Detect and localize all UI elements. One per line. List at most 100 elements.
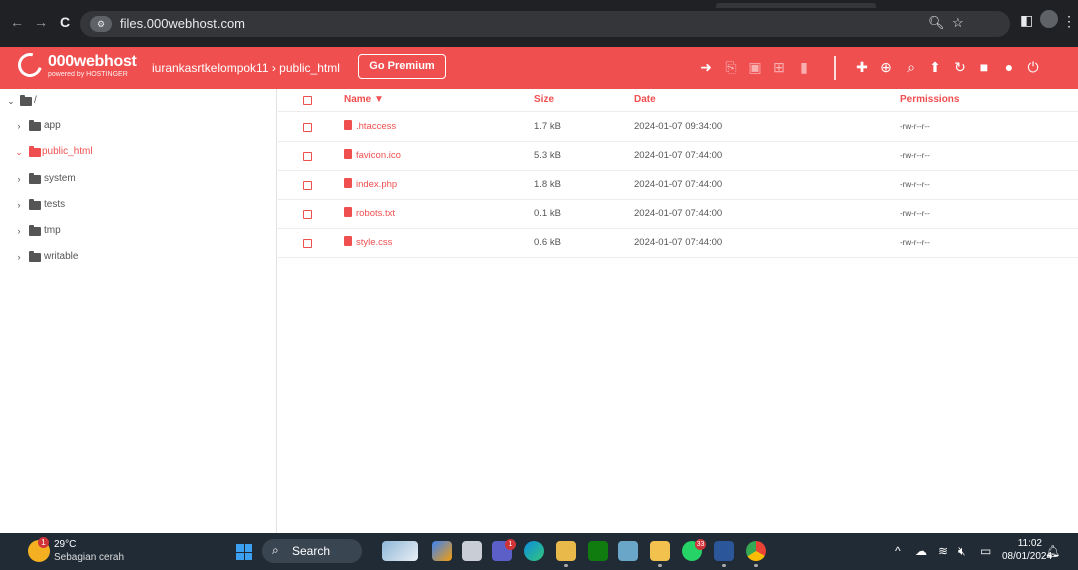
whatsapp-icon[interactable]: 33 <box>682 539 706 561</box>
start-button[interactable] <box>236 544 252 560</box>
weather-temp: 29°C <box>54 539 77 550</box>
delete-icon[interactable]: ▮ <box>795 59 813 76</box>
file-name-text: favicon.ico <box>356 150 401 161</box>
new-folder-icon[interactable]: ⊕ <box>877 59 895 76</box>
tray-overflow-icon[interactable]: ^ <box>895 544 901 558</box>
notification-bell-icon[interactable]: 🔔︎ <box>1045 544 1060 558</box>
file-size: 0.6 kB <box>534 237 561 248</box>
browser-toolbar: ← → C ⚙ files.000webhost.com 🔍︎ ☆ ◧ ⋮ <box>0 0 1078 47</box>
select-all-checkbox[interactable] <box>303 96 312 105</box>
row-checkbox[interactable] <box>303 210 312 219</box>
word-icon[interactable] <box>714 541 734 567</box>
file-name[interactable]: .htaccess <box>344 113 396 141</box>
tree-item-label: writable <box>44 251 79 262</box>
tree-item-writable[interactable]: › writable <box>0 247 200 267</box>
zoom-icon[interactable]: 🔍︎ <box>928 15 945 31</box>
browser-menu-icon[interactable]: ⋮ <box>1062 13 1076 30</box>
file-explorer-icon[interactable] <box>650 541 670 567</box>
file-permissions: -rw-r--r-- <box>900 151 930 160</box>
column-size-header[interactable]: Size <box>534 89 554 111</box>
file-date: 2024-01-07 07:44:00 <box>634 237 723 248</box>
table-header: Name ▼ Size Date Permissions <box>278 89 1078 112</box>
teams-icon[interactable]: 1 <box>492 539 516 561</box>
folder-icon <box>29 199 41 210</box>
new-file-icon[interactable]: ✚ <box>853 59 871 76</box>
bookmark-star-icon[interactable]: ☆ <box>952 15 964 31</box>
chevron-down-icon: ⌄ <box>7 96 15 106</box>
back-button[interactable]: ← <box>8 14 26 30</box>
taskbar-search[interactable]: ⌕ Search <box>262 539 362 563</box>
folder-tree: ⌄ / › app ⌄ public_html › system › tests… <box>0 89 277 533</box>
forward-button[interactable]: → <box>32 14 50 30</box>
row-checkbox[interactable] <box>303 239 312 248</box>
xbox-icon[interactable] <box>588 541 608 561</box>
folder-icon <box>29 225 41 236</box>
tree-item-system[interactable]: › system <box>0 169 200 189</box>
clock-date: 08/01/2024 <box>1002 551 1053 562</box>
volume-muted-icon[interactable]: 🔇︎ <box>958 544 966 559</box>
tree-item-label: tests <box>44 199 66 210</box>
upload-icon[interactable]: ⬆ <box>926 59 944 76</box>
column-name-header[interactable]: Name ▼ <box>344 89 384 111</box>
file-name[interactable]: style.css <box>344 229 392 257</box>
battery-icon[interactable]: ▭ <box>980 544 991 558</box>
table-row[interactable]: favicon.ico 5.3 kB 2024-01-07 07:44:00 -… <box>278 142 1078 171</box>
file-icon <box>344 178 352 188</box>
move-icon[interactable]: ➜ <box>697 59 715 76</box>
table-row[interactable]: .htaccess 1.7 kB 2024-01-07 09:34:00 -rw… <box>278 113 1078 142</box>
power-icon[interactable]: ⏻ <box>1024 59 1042 76</box>
copilot-icon[interactable] <box>432 541 452 561</box>
task-view-icon[interactable] <box>462 541 482 561</box>
column-permissions-header[interactable]: Permissions <box>900 89 959 111</box>
weather-widget[interactable]: 1 29°C Sebagian cerah <box>28 536 168 566</box>
table-row[interactable]: robots.txt 0.1 kB 2024-01-07 07:44:00 -r… <box>278 200 1078 229</box>
row-checkbox[interactable] <box>303 181 312 190</box>
tree-root[interactable]: ⌄ / <box>0 91 100 111</box>
weather-condition: Sebagian cerah <box>54 552 125 563</box>
logo[interactable]: 000webhost powered by HOSTINGER <box>13 48 138 83</box>
extract-icon[interactable]: ⊞ <box>770 59 788 76</box>
widgets-icon[interactable] <box>382 541 418 561</box>
file-permissions: -rw-r--r-- <box>900 238 930 247</box>
tree-item-public-html[interactable]: ⌄ public_html <box>0 142 200 162</box>
file-name[interactable]: favicon.ico <box>344 142 401 170</box>
go-premium-button[interactable]: Go Premium <box>358 54 446 79</box>
chevron-right-icon: › <box>17 226 21 236</box>
row-checkbox[interactable] <box>303 123 312 132</box>
grid-view-icon[interactable]: ■ <box>975 59 993 75</box>
tree-item-tmp[interactable]: › tmp <box>0 221 200 241</box>
breadcrumb[interactable]: iurankasrtkelompok11 › public_html <box>152 61 340 75</box>
app-icon[interactable] <box>618 541 638 561</box>
file-name[interactable]: index.php <box>344 171 397 199</box>
table-row[interactable]: index.php 1.8 kB 2024-01-07 07:44:00 -rw… <box>278 171 1078 200</box>
tree-item-label: public_html <box>42 146 93 157</box>
chrome-icon[interactable] <box>746 541 766 567</box>
logo-name: 000webhost <box>48 53 137 70</box>
row-checkbox[interactable] <box>303 152 312 161</box>
edge-icon[interactable] <box>524 541 544 561</box>
wifi-icon[interactable]: ≋ <box>938 544 948 558</box>
system-clock[interactable]: 11:02 08/01/2024 <box>1002 538 1053 562</box>
reload-button[interactable]: C <box>56 14 74 30</box>
copy-icon[interactable]: ⎘ <box>722 59 740 76</box>
store-icon[interactable] <box>556 541 576 567</box>
tree-item-label: system <box>44 173 76 184</box>
search-label: Search <box>292 544 331 558</box>
profile-avatar[interactable] <box>1040 10 1058 28</box>
column-date-header[interactable]: Date <box>634 89 656 111</box>
tab-strip <box>0 0 1078 8</box>
search-icon[interactable]: ⌕ <box>902 59 920 76</box>
archive-icon[interactable]: ▣ <box>746 59 764 76</box>
address-bar[interactable]: ⚙ files.000webhost.com 🔍︎ ☆ <box>80 11 1010 37</box>
tree-item-tests[interactable]: › tests <box>0 195 200 215</box>
cloud-icon[interactable]: ☁ <box>915 544 927 558</box>
chevron-right-icon: › <box>17 121 21 131</box>
side-panel-icon[interactable]: ◧ <box>1020 12 1033 29</box>
windows-taskbar: 1 29°C Sebagian cerah ⌕ Search 1 33 ^ ☁ … <box>0 533 1078 570</box>
file-name[interactable]: robots.txt <box>344 200 395 228</box>
table-row[interactable]: style.css 0.6 kB 2024-01-07 07:44:00 -rw… <box>278 229 1078 258</box>
help-icon[interactable]: ● <box>1000 59 1018 75</box>
tree-item-app[interactable]: › app <box>0 116 200 136</box>
refresh-icon[interactable]: ↻ <box>951 59 969 76</box>
site-info-icon[interactable]: ⚙ <box>90 16 112 32</box>
